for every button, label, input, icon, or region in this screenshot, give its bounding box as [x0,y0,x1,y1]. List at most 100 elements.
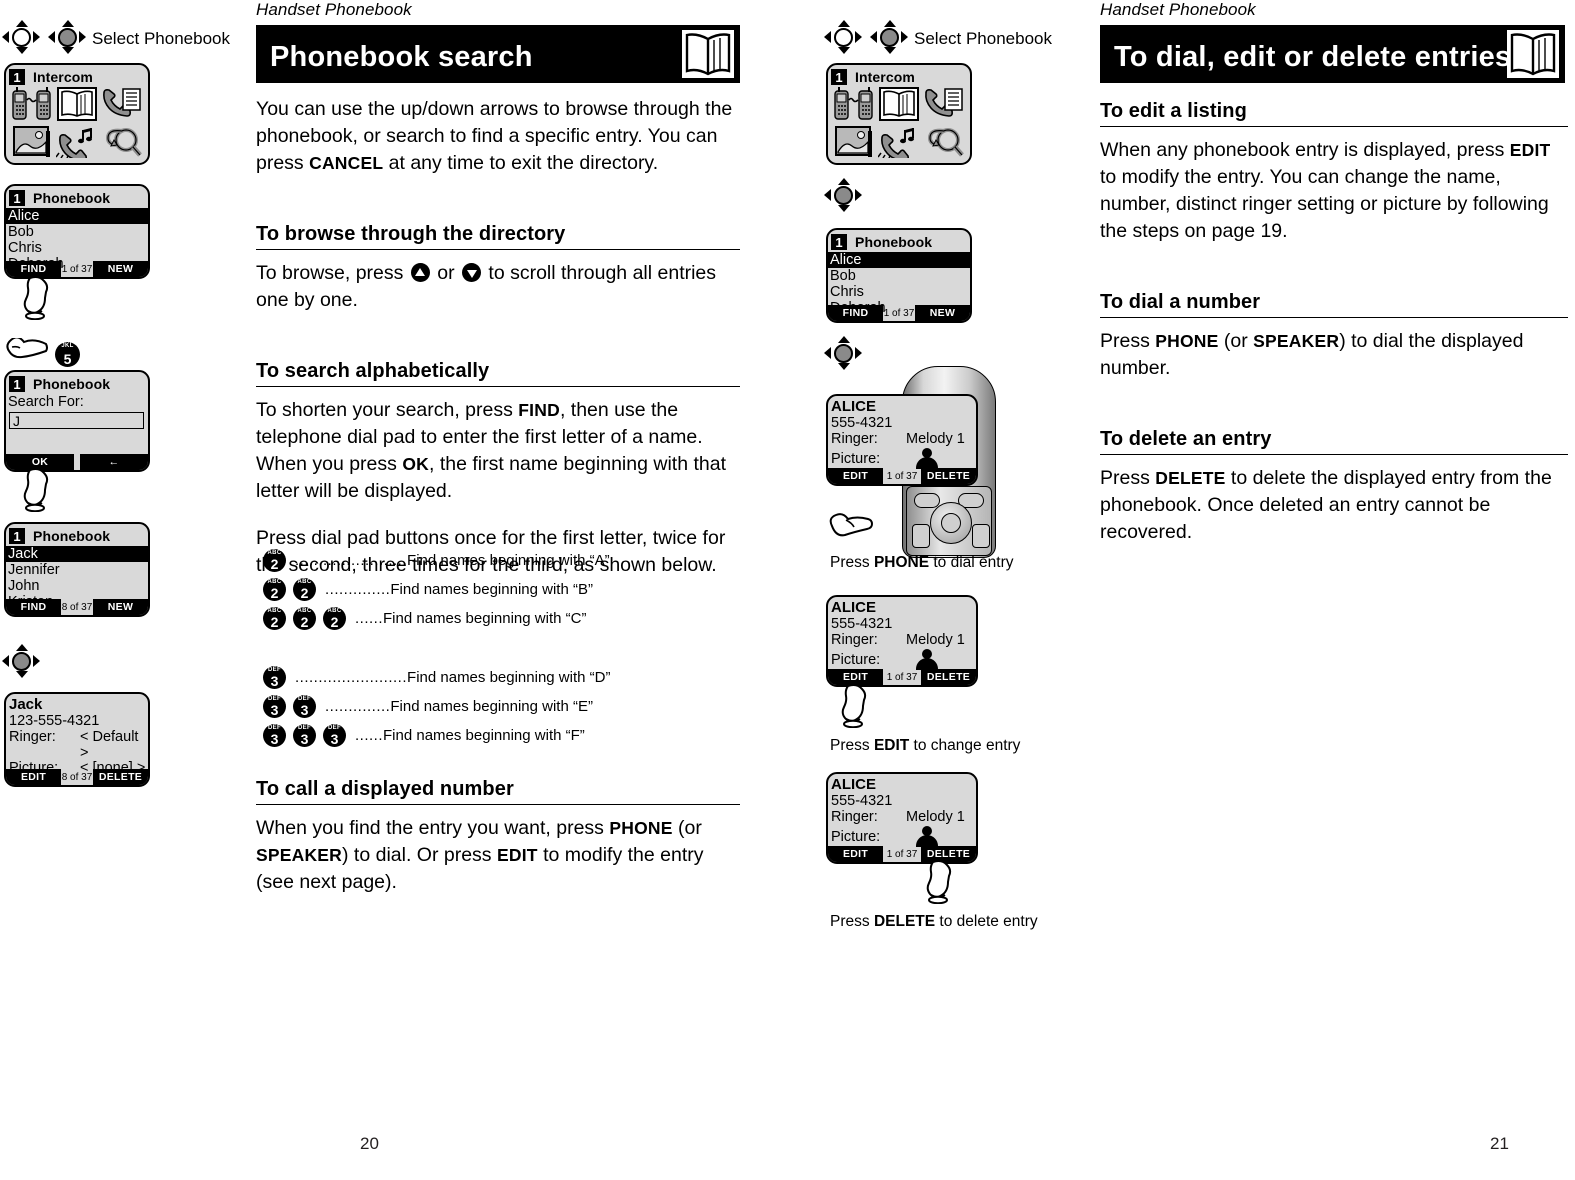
key-number: 2 [300,614,309,630]
entry-counter: 8 of 37 [61,601,93,613]
list-item[interactable]: John [6,578,148,594]
menu-cell-search[interactable] [922,124,966,161]
key-number: 3 [300,702,309,718]
entry-number: 123-555-4321 [9,713,100,729]
list-item[interactable]: Jennifer [6,562,148,578]
page-title: Phonebook search [270,41,533,73]
dialpad-key-2[interactable]: ABC 2 [263,549,286,572]
softkey-edit[interactable]: EDIT [828,669,883,685]
nav-pad-icon-select [824,178,862,212]
softkey-edit[interactable]: EDIT [828,468,883,484]
entry-counter: 1 of 37 [883,307,915,319]
softkey-delete[interactable]: DELETE [921,669,976,685]
phonebook-list-screen-1: 1 Phonebook Alice Bob Chris Deborah FIND… [4,184,150,279]
dialpad-key-3[interactable]: DEF 3 [263,666,286,689]
select-button[interactable] [941,513,961,533]
key-legend-row: ABC 2 ........................Find names … [263,546,747,575]
legend-text: Find names beginning with “D” [407,669,611,686]
softkey-edit[interactable]: EDIT [6,769,61,785]
entry-spacer [6,745,148,760]
entry-ringer-row: Ringer: Melody 1 [828,632,976,648]
list-item[interactable]: Bob [828,268,970,284]
menu-cell-search[interactable] [100,124,144,161]
softkey-new[interactable]: NEW [915,305,970,321]
call-log-icon [101,87,143,121]
dialpad-key-3[interactable]: DEF 3 [263,724,286,747]
softkey-new[interactable]: NEW [93,261,148,277]
softkey-find[interactable]: FIND [6,261,61,277]
nav-pad-icon-outline [2,20,40,54]
dialpad-key-2[interactable]: ABC 2 [293,607,316,630]
speaker-keyword: SPEAKER [1253,331,1340,351]
menu-cell-ringer[interactable] [877,124,921,162]
list-item[interactable]: Bob [6,224,148,240]
ringer-value[interactable]: Melody 1 [906,431,965,447]
page-title: To dial, edit or delete entries [1114,41,1512,73]
intercom-screen-header: 1 Intercom [6,65,148,87]
dialpad-key-5[interactable]: JKL 5 [55,342,80,367]
caption-text-1: Press [830,554,874,571]
list-item[interactable]: Alice [828,252,970,268]
phone-key[interactable] [912,524,930,548]
open-book-icon [682,30,734,78]
dialpad-key-2[interactable]: ABC 2 [323,607,346,630]
softkey-delete[interactable]: DELETE [921,468,976,484]
menu-cell-intercom[interactable] [10,86,54,123]
leader-dots: ...... [355,727,384,744]
key-legend-row: ABC 2 ABC 2 ABC 2 ......Find names beginnin… [263,604,747,633]
intercom-menu-screen-right: 1 Intercom [826,63,972,165]
handset-slot-badge: 1 [831,234,847,250]
search-input[interactable]: J [9,412,144,429]
menu-cell-ringer[interactable] [55,124,99,162]
softkey-find[interactable]: FIND [6,599,61,615]
list-item[interactable]: Alice [6,208,148,224]
handset-slot-badge: 1 [9,69,25,85]
dialpad-key-3[interactable]: DEF 3 [263,695,286,718]
list-item[interactable]: Chris [6,240,148,256]
menu-cell-phonebook[interactable] [877,86,921,123]
section-heading-edit: To edit a listing [1100,100,1247,122]
softkey-backspace[interactable]: ← [80,454,148,470]
heading-rule [256,249,740,250]
dialpad-key-3[interactable]: DEF 3 [323,724,346,747]
entry-ringer-row: Ringer: < Default > [6,729,148,761]
list-item[interactable]: Chris [828,284,970,300]
dialpad-key-2[interactable]: ABC 2 [263,607,286,630]
pointing-hand-icon [923,860,965,909]
softkey-new[interactable]: NEW [93,599,148,615]
dialpad-key-legend: ABC 2 ........................Find names … [263,546,747,750]
dialpad-key-2[interactable]: ABC 2 [263,578,286,601]
list2-softkeys: FIND 8 of 37 NEW [6,599,148,615]
softkey-find[interactable]: FIND [828,305,883,321]
dialpad-key-2[interactable]: ABC 2 [293,578,316,601]
contact-picture-silhouette-icon [916,448,938,469]
left-softkey-button[interactable] [914,493,940,508]
menu-cell-intercom[interactable] [832,86,876,123]
phone-keyword: PHONE [609,818,673,838]
entry-counter: 1 of 37 [886,470,918,482]
ringer-value[interactable]: Melody 1 [906,632,965,648]
list-item[interactable]: Jack [6,546,148,562]
up-arrow-key-icon [410,263,430,282]
right-page: Select Phonebook 1 Intercom 1 Phonebook … [790,0,1575,1180]
menu-cell-picture[interactable] [10,124,54,161]
picture-label: Picture: [831,451,881,467]
key-number: 5 [63,351,72,367]
dialpad-key-3[interactable]: DEF 3 [293,724,316,747]
softkey-edit[interactable]: EDIT [828,846,883,862]
menu-cell-phonebook[interactable] [55,86,99,123]
softkey-delete[interactable]: DELETE [93,769,148,785]
caption-text-2: to dial entry [929,554,1014,571]
end-key[interactable] [972,524,990,548]
select-phonebook-label: Select Phonebook [92,29,230,48]
handset-slot-badge: 1 [9,376,25,392]
key-number: 2 [270,585,279,601]
menu-cell-picture[interactable] [832,124,876,161]
entry-counter: 1 of 37 [886,671,918,683]
menu-cell-call-log[interactable] [922,86,966,123]
section-heading-browse: To browse through the directory [256,223,566,245]
ringer-value[interactable]: Melody 1 [906,809,965,825]
menu-cell-call-log[interactable] [100,86,144,123]
entry-name: ALICE [831,776,876,793]
dialpad-key-3[interactable]: DEF 3 [293,695,316,718]
